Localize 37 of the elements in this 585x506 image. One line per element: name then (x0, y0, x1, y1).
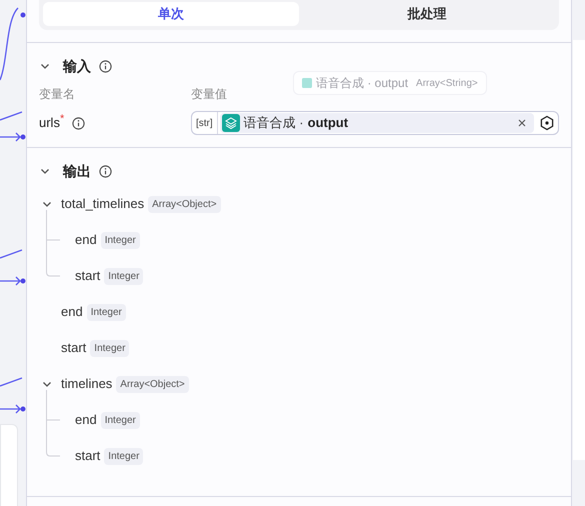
column-header: 变量值 (191, 86, 227, 103)
info-icon (72, 116, 86, 130)
field-name: start (75, 447, 100, 466)
field-name: end (75, 231, 97, 250)
layers-icon (222, 114, 240, 132)
required-mark: * (60, 112, 64, 127)
column-header: 变量名 (39, 86, 76, 103)
info-icon (99, 164, 112, 178)
field-name: output (308, 114, 348, 132)
type-tag: Array<Object> (116, 376, 189, 392)
type-tag: Integer (100, 412, 140, 428)
field-name: end (75, 411, 97, 430)
preview-type: Array<String> (416, 76, 478, 90)
field-name: end (61, 303, 83, 322)
field-name: timelines (61, 375, 112, 394)
preview-node-name: 语音合成 · output (316, 75, 408, 92)
clear-icon[interactable] (518, 119, 526, 127)
node-name: 语音合成 · (244, 114, 304, 132)
variable-picker-icon[interactable] (539, 115, 555, 131)
info-icon (99, 60, 112, 72)
type-tag: Integer (86, 304, 126, 320)
param-name: urls (39, 114, 60, 132)
type-tag: Integer (100, 232, 140, 248)
type-tag: Integer (104, 268, 144, 284)
type-tag: [str] (192, 112, 218, 134)
field-name: start (75, 267, 100, 286)
mode-tab[interactable]: 单次 (43, 2, 299, 26)
field-name: start (61, 339, 86, 358)
section-title: 输出 (63, 162, 91, 180)
type-tag: Integer (104, 448, 144, 464)
mode-tab[interactable]: 批处理 (299, 2, 555, 26)
field-name: total_timelines (61, 195, 144, 214)
type-tag: Array<Object> (148, 196, 221, 212)
section-title: 输入 (63, 56, 91, 76)
node-icon (302, 78, 312, 88)
variable-field[interactable]: [str] 语音合成 · output (191, 111, 559, 135)
type-tag: Integer (90, 340, 130, 356)
